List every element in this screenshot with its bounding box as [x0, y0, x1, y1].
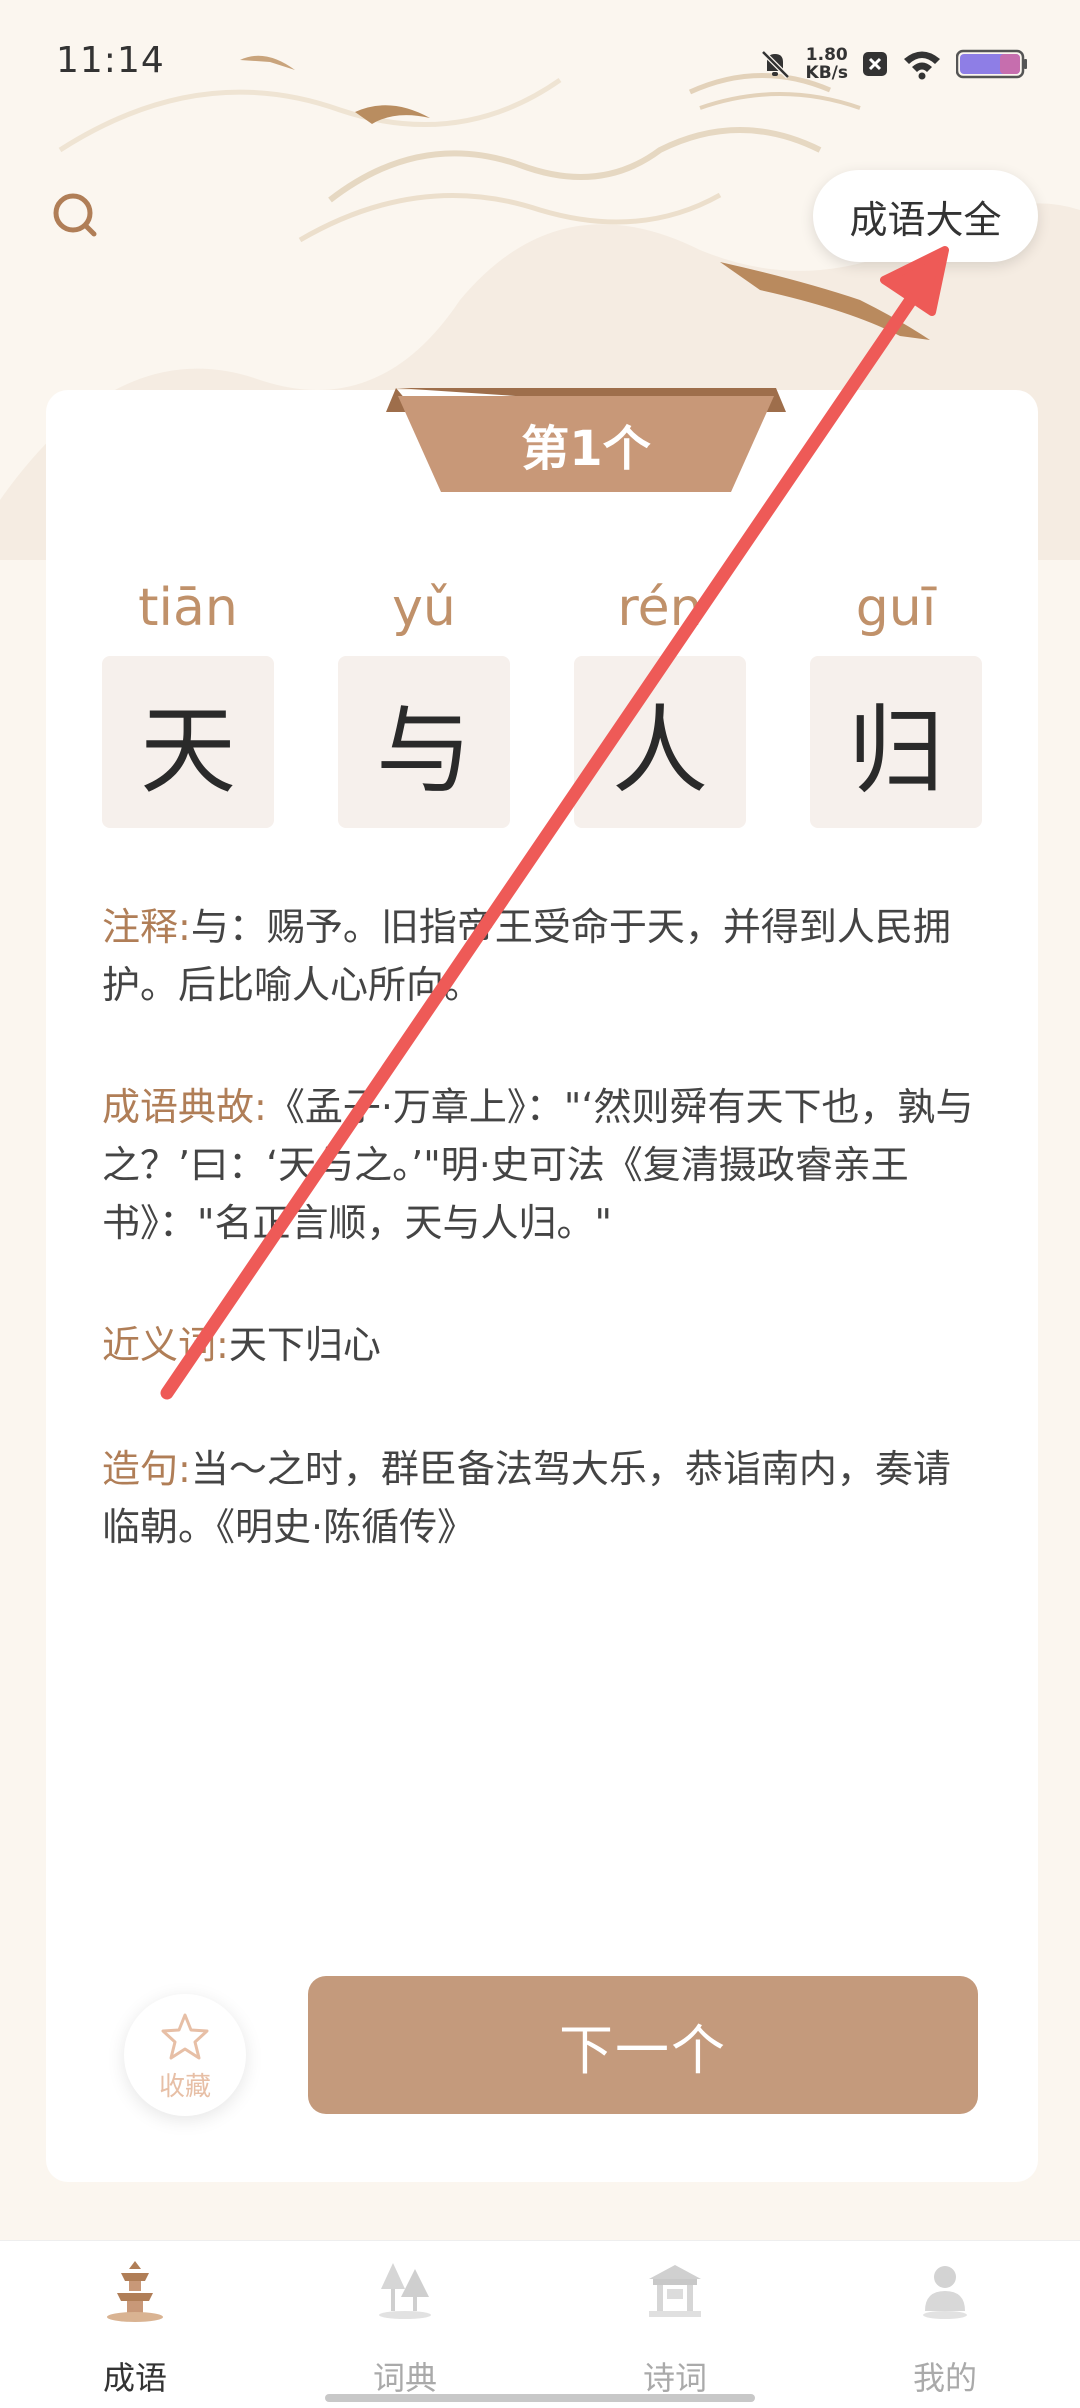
- definition-text: 与：赐予。旧指帝王受命于天，并得到人民拥护。后比喻人心所向。: [102, 905, 951, 1007]
- bell-muted-icon: [760, 50, 790, 79]
- idiom-char-item: tiān 天: [102, 560, 274, 828]
- definition-label: 注释:: [102, 905, 191, 949]
- idiom-char-item: yǔ 与: [338, 560, 510, 828]
- nav-item-poetry[interactable]: 诗词: [540, 2241, 810, 2408]
- idiom-card: 第1个 tiān 天 yǔ 与 rén 人 guī 归 注释:与：赐予。旧指帝王…: [46, 388, 1038, 2182]
- nav-label-dictionary: 词典: [372, 2359, 437, 2397]
- pavilion-icon: [649, 2265, 701, 2317]
- origin-label: 成语典故:: [102, 1085, 267, 1129]
- status-icons: 1.80 KB/s: [758, 42, 1028, 86]
- trees-icon: [379, 2263, 431, 2319]
- idiom-char-item: guī 归: [810, 560, 982, 828]
- home-indicator[interactable]: [325, 2394, 755, 2402]
- character-box: 与: [338, 656, 510, 828]
- nav-label-poetry: 诗词: [642, 2359, 707, 2397]
- star-icon: [161, 2013, 209, 2060]
- idiom-index-label: 第1个: [521, 421, 651, 477]
- nav-item-dictionary[interactable]: 词典: [270, 2241, 540, 2408]
- nav-item-idiom[interactable]: 成语: [0, 2241, 270, 2408]
- pinyin-label: rén: [617, 578, 703, 638]
- example-label: 造句:: [102, 1447, 191, 1491]
- synonym-section: 近义词:天下归心: [102, 1316, 982, 1374]
- network-speed-value: 1.80: [805, 45, 848, 65]
- battery-icon: [956, 49, 1027, 79]
- next-idiom-button[interactable]: 下一个: [308, 1976, 978, 2114]
- user-icon: [923, 2266, 967, 2319]
- origin-section: 成语典故:《孟子·万章上》："‘然则舜有天下也，孰与之？’曰：‘天与之。’"明·…: [102, 1078, 982, 1252]
- example-text: 当～之时，群臣备法驾大乐，恭诣南内，奏请临朝。《明史·陈循传》: [102, 1447, 951, 1549]
- favorite-label: 收藏: [158, 2072, 211, 2102]
- nav-label-profile: 我的: [912, 2359, 977, 2397]
- status-bar: 11:14 1.80 KB/s: [0, 0, 1080, 120]
- notification-close-icon: [863, 52, 887, 76]
- search-icon: [53, 193, 97, 237]
- status-time: 11:14: [56, 40, 165, 81]
- definition-section: 注释:与：赐予。旧指帝王受命于天，并得到人民拥护。后比喻人心所向。: [102, 898, 982, 1014]
- pinyin-label: yǔ: [392, 578, 456, 638]
- idiom-dictionary-button[interactable]: 成语大全: [813, 170, 1038, 262]
- nav-label-idiom: 成语: [102, 2359, 167, 2397]
- pinyin-label: tiān: [138, 578, 238, 638]
- network-speed-unit: KB/s: [805, 63, 848, 83]
- character-box: 归: [810, 656, 982, 828]
- bottom-navigation: 成语 词典 诗词 我的: [0, 2240, 1080, 2408]
- pinyin-label: guī: [855, 578, 937, 638]
- network-speed: 1.80 KB/s: [806, 46, 848, 82]
- character-box: 天: [102, 656, 274, 828]
- nav-item-profile[interactable]: 我的: [810, 2241, 1080, 2408]
- synonym-label: 近义词:: [102, 1323, 229, 1367]
- synonym-text: 天下归心: [228, 1323, 381, 1367]
- idiom-characters: tiān 天 yǔ 与 rén 人 guī 归: [102, 560, 982, 830]
- search-button[interactable]: [48, 188, 108, 248]
- favorite-button[interactable]: 收藏: [124, 1994, 246, 2116]
- pagoda-icon: [107, 2261, 163, 2322]
- idiom-char-item: rén 人: [574, 560, 746, 828]
- wifi-icon: [904, 51, 940, 80]
- character-box: 人: [574, 656, 746, 828]
- example-section: 造句:当～之时，群臣备法驾大乐，恭诣南内，奏请临朝。《明史·陈循传》: [102, 1440, 982, 1556]
